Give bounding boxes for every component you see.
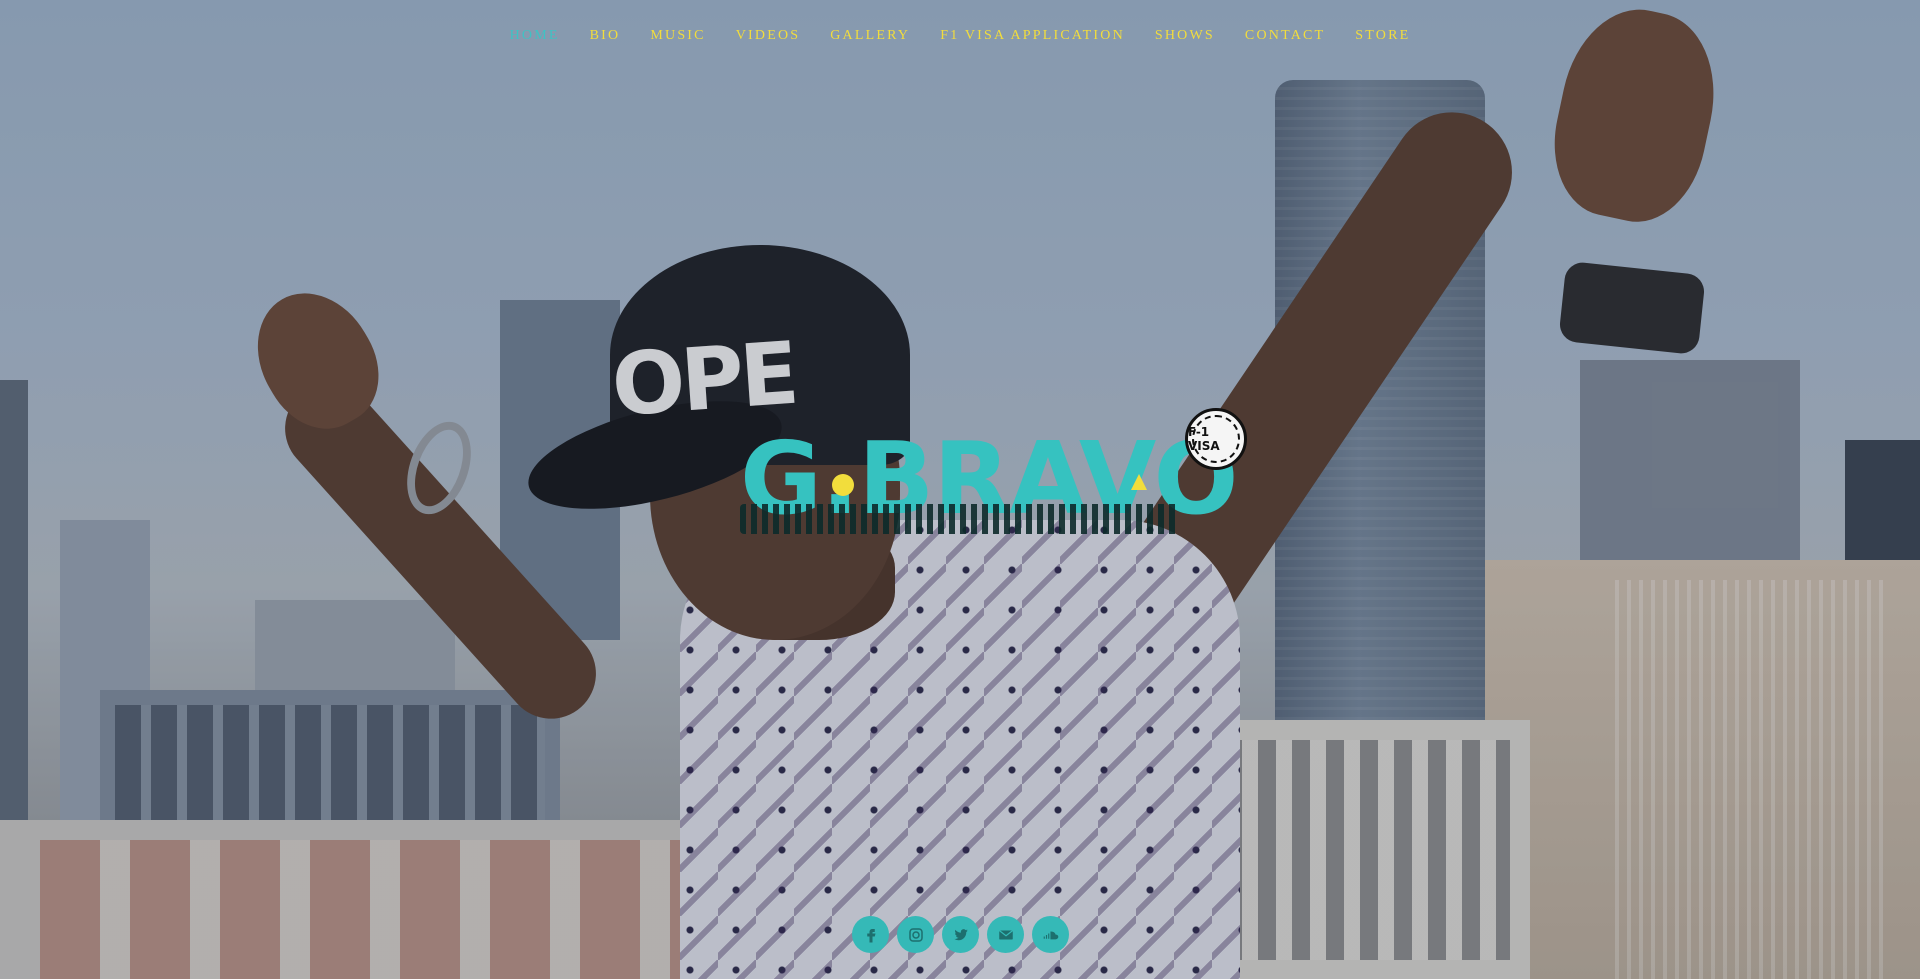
logo-sun-dot bbox=[832, 474, 854, 496]
social-links bbox=[852, 916, 1069, 953]
badge-label: F-1 VISA bbox=[1188, 425, 1220, 453]
nav-videos[interactable]: VIDEOS bbox=[736, 28, 801, 44]
nav-home[interactable]: HOME bbox=[510, 28, 560, 44]
email-icon[interactable] bbox=[987, 916, 1024, 953]
nav-music[interactable]: MUSIC bbox=[650, 28, 705, 44]
sailboat-icon bbox=[1131, 474, 1147, 490]
hero-section: OPE HOME BIO MUSIC VIDEOS GALLERY F1 VIS… bbox=[0, 0, 1920, 979]
nav-bio[interactable]: BIO bbox=[590, 28, 621, 44]
facebook-icon[interactable] bbox=[852, 916, 889, 953]
soundcloud-icon[interactable] bbox=[1032, 916, 1069, 953]
nav-f1-visa-application[interactable]: F1 VISA APPLICATION bbox=[940, 28, 1125, 44]
f1-visa-badge: F-1 VISA bbox=[1185, 408, 1247, 470]
nav-gallery[interactable]: GALLERY bbox=[830, 28, 910, 44]
twitter-icon[interactable] bbox=[942, 916, 979, 953]
nav-store[interactable]: STORE bbox=[1355, 28, 1410, 44]
main-nav: HOME BIO MUSIC VIDEOS GALLERY F1 VISA AP… bbox=[0, 26, 1920, 44]
nav-shows[interactable]: SHOWS bbox=[1155, 28, 1215, 44]
site-logo[interactable]: G.BRAVO bbox=[740, 424, 1239, 534]
nav-contact[interactable]: CONTACT bbox=[1245, 28, 1325, 44]
palm-trees-silhouette bbox=[740, 504, 1180, 534]
instagram-icon[interactable] bbox=[897, 916, 934, 953]
